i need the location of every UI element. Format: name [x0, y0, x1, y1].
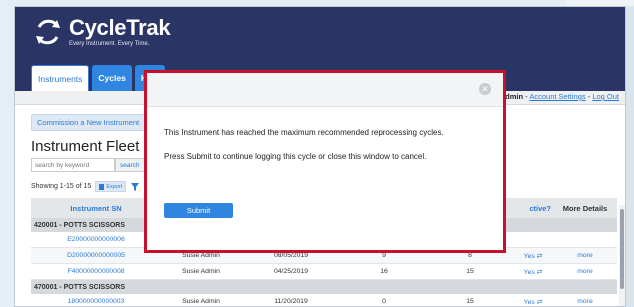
- modal-message: This Instrument has reached the maximum …: [164, 128, 444, 137]
- max-cycles-modal: ✕ This Instrument has reached the maximu…: [144, 70, 506, 253]
- close-icon[interactable]: ✕: [479, 83, 491, 95]
- modal-header: ✕: [147, 73, 503, 107]
- modal-overlay: ✕ This Instrument has reached the maximu…: [0, 0, 634, 307]
- modal-instruction: Press Submit to continue logging this cy…: [164, 152, 427, 161]
- submit-button[interactable]: Submit: [164, 203, 233, 218]
